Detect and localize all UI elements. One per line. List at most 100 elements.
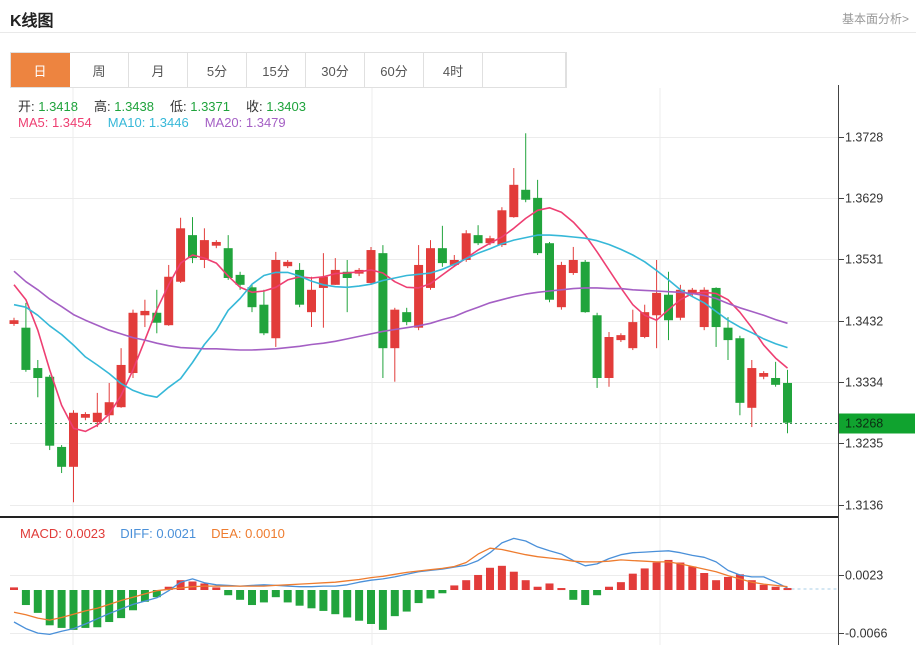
candle-body	[378, 253, 387, 348]
tab-m5[interactable]: 5分	[188, 53, 247, 87]
candle-body	[735, 338, 744, 403]
macd-histogram-bar	[474, 575, 482, 590]
candle-body	[33, 368, 42, 378]
macd-histogram-bar	[641, 568, 649, 590]
macd-histogram-bar	[665, 560, 673, 590]
candle-body	[521, 190, 530, 200]
candle-body	[93, 413, 102, 422]
last-price-label: 1.3268	[845, 417, 883, 431]
macd-histogram-bar	[331, 590, 339, 614]
macd-histogram-bar	[34, 590, 42, 613]
candle-body	[331, 270, 340, 285]
macd-histogram-bar	[784, 588, 792, 590]
tab-m60[interactable]: 60分	[365, 53, 424, 87]
readout-dea: DEA: 0.0010	[211, 526, 285, 541]
price-axis-label: 1.3235	[845, 437, 883, 451]
kline-page: 1.3728 1.3629 1.3531 1.3432 1.3334 1.3235 1.31…	[0, 0, 916, 645]
macd-histogram-bar	[534, 587, 542, 590]
macd-histogram-bar	[712, 580, 720, 590]
price-axis-label: 1.3728	[845, 131, 883, 145]
macd-histogram-bar	[212, 587, 220, 590]
candle-body	[616, 335, 625, 340]
candle-body	[21, 328, 30, 370]
macd-histogram-bar	[438, 590, 446, 593]
macd-histogram-bar	[522, 580, 530, 590]
price-axis-label: 1.3531	[845, 253, 883, 267]
macd-histogram-bar	[462, 580, 470, 590]
price-axis-label: 1.3432	[845, 315, 883, 329]
candle-body	[81, 414, 90, 418]
macd-histogram-bar	[415, 590, 423, 603]
macd-histogram-bar	[355, 590, 363, 621]
macd-histogram-bar	[308, 590, 316, 608]
macd-histogram-bar	[105, 590, 113, 622]
candle-body	[581, 262, 590, 312]
candle-body	[628, 322, 637, 348]
price-axis-label: 1.3136	[845, 499, 883, 513]
macd-histogram-bar	[129, 590, 137, 610]
candle-body	[676, 290, 685, 318]
macd-histogram-bar	[236, 590, 244, 600]
candle-body	[438, 248, 447, 263]
macd-histogram-bar	[403, 590, 411, 612]
price-axis-label: 1.3334	[845, 376, 883, 390]
candle-body	[652, 293, 661, 315]
readout-ma5: MA5: 1.3454	[18, 115, 92, 130]
ohlc-readout: 开: 1.3418高: 1.3438低: 1.3371收: 1.3403	[18, 96, 322, 115]
readout-diff: DIFF: 0.0021	[120, 526, 196, 541]
macd-histogram-bar	[272, 590, 280, 597]
candle-body	[212, 242, 221, 246]
macd-histogram-bar	[772, 587, 780, 590]
macd-histogram-bar	[70, 590, 78, 630]
candle-body	[176, 228, 185, 281]
fundamental-analysis-link[interactable]: 基本面分析>	[842, 10, 909, 27]
timeframe-tabs: 日周月5分15分30分60分4时	[10, 52, 567, 88]
macd-histogram-bar	[117, 590, 125, 618]
readout-收: 收: 1.3403	[246, 96, 306, 115]
ma-readout: MA5: 1.3454MA10: 1.3446MA20: 1.3479	[18, 115, 302, 130]
macd-histogram-bar	[569, 590, 577, 600]
tab-day[interactable]: 日	[11, 53, 70, 87]
candle-body	[45, 377, 54, 446]
readout-macd: MACD: 0.0023	[20, 526, 105, 541]
header-divider	[0, 32, 916, 33]
macd-histogram-bar	[760, 585, 768, 590]
candle-body	[307, 290, 316, 312]
macd-histogram-bar	[688, 566, 696, 590]
candle-body	[319, 277, 328, 288]
candle-body	[533, 198, 542, 253]
macd-histogram-bar	[427, 590, 435, 598]
macd-histogram-bar	[498, 566, 506, 590]
macd-histogram-bar	[736, 574, 744, 590]
tab-week[interactable]: 周	[70, 53, 129, 87]
candle-body	[497, 210, 506, 245]
candle-body	[57, 447, 66, 467]
macd-histogram-bar	[391, 590, 399, 616]
candle-body	[259, 305, 268, 334]
macd-readout: MACD: 0.0023 DIFF: 0.0021 DEA: 0.0010	[20, 526, 300, 541]
tab-m15[interactable]: 15分	[247, 53, 306, 87]
macd-histogram-bar	[629, 574, 637, 590]
candle-body	[140, 311, 149, 315]
candle-body	[771, 378, 780, 385]
macd-histogram-bar	[58, 590, 66, 628]
tab-h4[interactable]: 4时	[424, 53, 483, 87]
macd-histogram-bar	[510, 572, 518, 590]
macd-histogram-bar	[605, 587, 613, 590]
candle-body	[402, 312, 411, 322]
macd-histogram-bar	[676, 563, 684, 590]
candle-body	[747, 368, 756, 408]
candle-body	[367, 250, 376, 283]
macd-histogram-bar	[224, 590, 232, 595]
macd-histogram-bar	[546, 583, 554, 590]
tab-m30[interactable]: 30分	[306, 53, 365, 87]
price-axis-label: 1.3629	[845, 192, 883, 206]
tab-month[interactable]: 月	[129, 53, 188, 87]
candle-body	[283, 262, 292, 266]
readout-ma10: MA10: 1.3446	[108, 115, 189, 130]
macd-histogram-bar	[367, 590, 375, 624]
macd-histogram-bar	[296, 590, 304, 606]
candle-body	[783, 383, 792, 423]
macd-histogram-bar	[617, 582, 625, 590]
macd-histogram-bar	[260, 590, 268, 602]
